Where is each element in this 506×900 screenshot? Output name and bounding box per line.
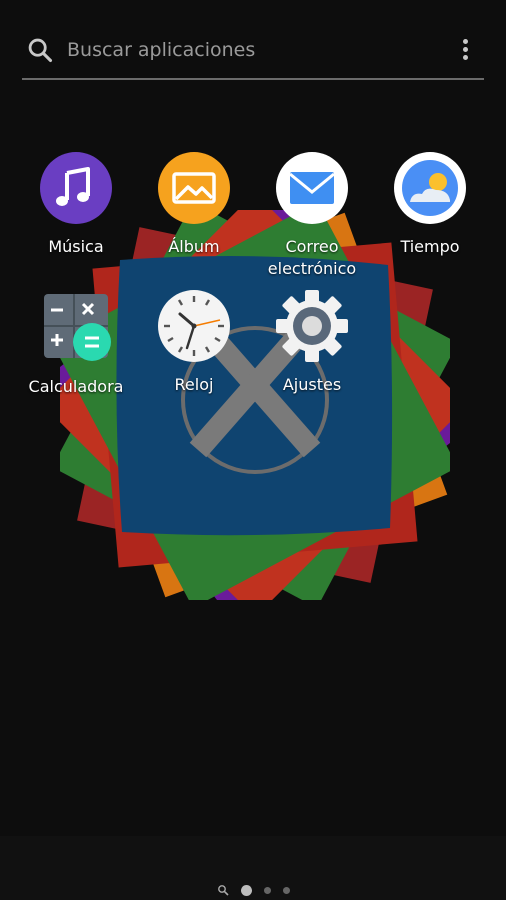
app-label: Ajustes [282, 375, 342, 394]
page-dot-active[interactable] [240, 884, 252, 896]
app-label: Música [48, 237, 104, 256]
album-icon [158, 152, 230, 224]
search-icon [28, 38, 53, 63]
app-label-line2: electrónico [267, 259, 357, 278]
app-label: Tiempo [400, 237, 460, 256]
app-calculator[interactable]: Calculadora [16, 292, 136, 398]
calculator-icon [44, 294, 111, 361]
app-search-bar[interactable] [22, 28, 484, 80]
app-label: Álbum [168, 237, 220, 256]
app-clock[interactable]: Reloj [134, 290, 254, 396]
app-label-line1: Correo [285, 237, 339, 256]
app-email[interactable]: Correo electrónico [252, 152, 372, 280]
clock-icon [158, 290, 230, 362]
email-icon [276, 152, 348, 224]
app-settings[interactable]: Ajustes [252, 290, 372, 396]
search-input[interactable] [67, 36, 427, 64]
settings-icon [276, 290, 348, 362]
page-dot[interactable] [282, 886, 290, 894]
app-label: Reloj [174, 375, 214, 394]
app-album[interactable]: Álbum [134, 152, 254, 258]
app-music[interactable]: Música [16, 152, 136, 258]
app-label: Calculadora [28, 377, 124, 396]
app-label: Correo electrónico [252, 236, 372, 280]
app-weather[interactable]: Tiempo [370, 152, 490, 258]
page-dot[interactable] [263, 886, 271, 894]
search-page-icon[interactable] [217, 884, 229, 896]
more-options-icon[interactable] [460, 36, 470, 64]
weather-icon [394, 152, 466, 224]
music-icon [40, 152, 112, 224]
page-indicator[interactable] [0, 884, 506, 896]
